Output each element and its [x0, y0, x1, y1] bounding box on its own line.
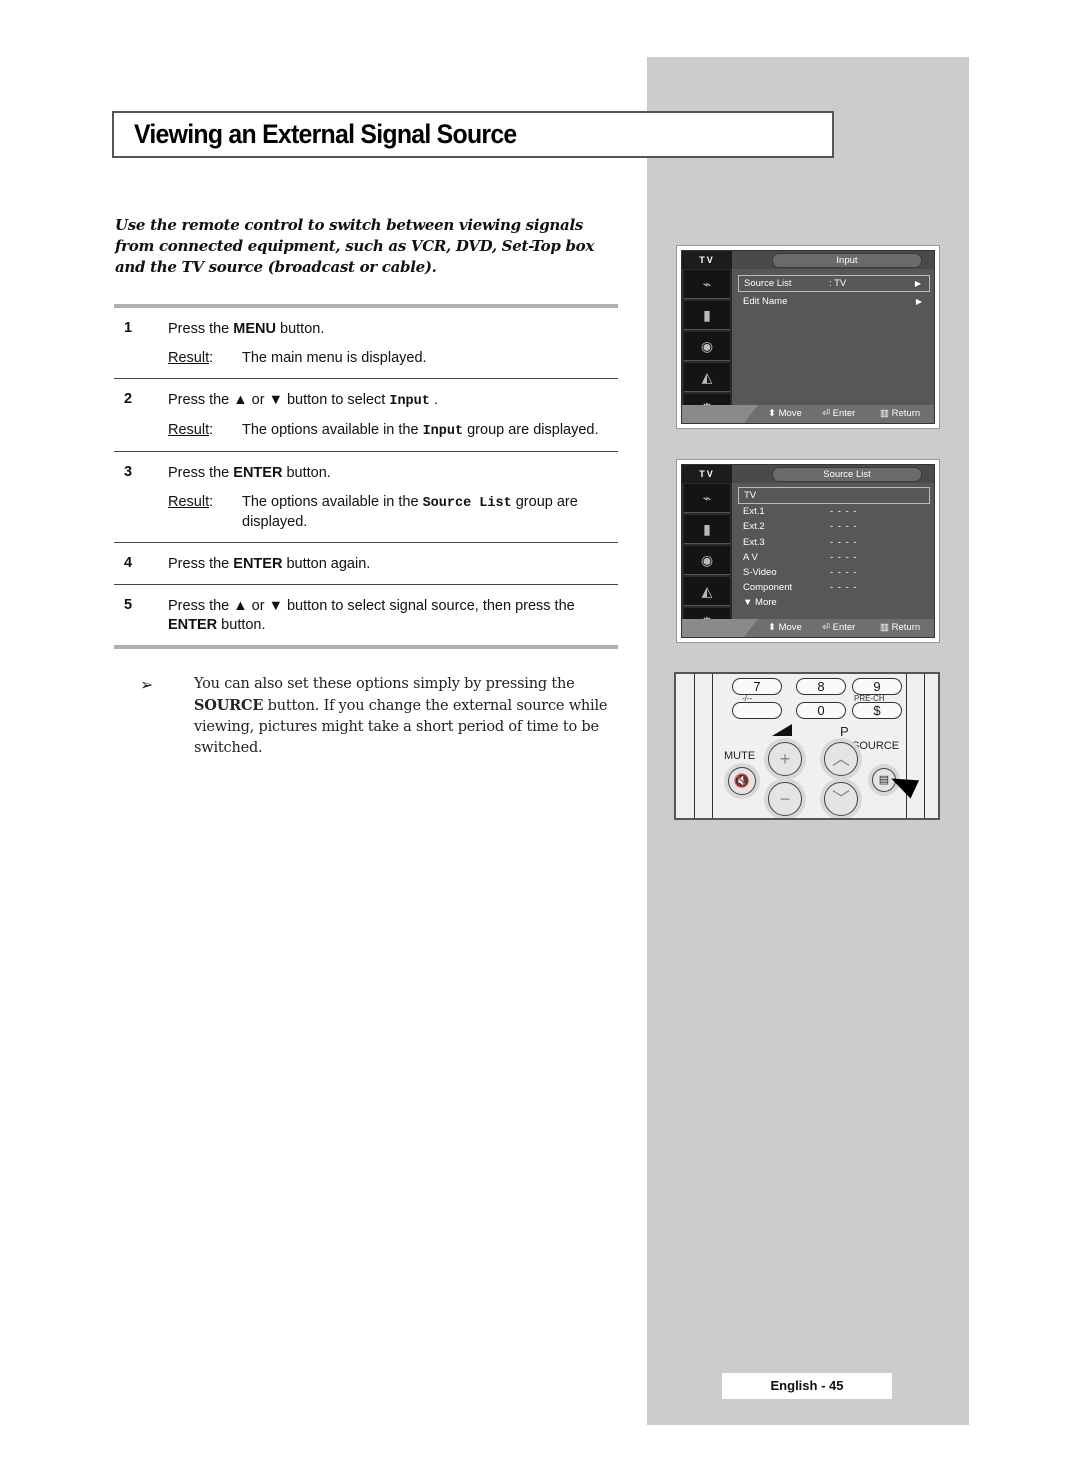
picture-icon: ▮ [684, 301, 730, 330]
remote-button-pre-ch[interactable]: $ [852, 702, 902, 719]
title-box: Viewing an External Signal Source [112, 111, 834, 158]
osd-menu-list: Source List : TV ▶ Edit Name ▶ [738, 275, 930, 309]
osd-footer: ⬍ Move ⏎ Enter ▥ Return [682, 619, 934, 637]
return-hint: ▥ Return [880, 408, 921, 419]
source-item-ext1[interactable]: Ext.1- - - - [738, 504, 930, 519]
volume-wedge-icon [772, 724, 792, 736]
antenna-plug-icon: ⌁ [684, 484, 730, 513]
move-hint: ⬍ Move [768, 622, 802, 633]
enter-hint: ⏎ Enter [822, 408, 856, 419]
step-number: 5 [124, 597, 133, 613]
p-label: P [840, 724, 849, 739]
return-hint: ▥ Return [880, 622, 921, 633]
osd-input-menu: TV Input ⌁ ▮ ◉ ◭ ⚙ Source List : TV ▶ Ed… [676, 245, 940, 429]
step-instruction: Press the ▲ or ▼ button to select Input … [168, 392, 438, 409]
picture-icon: ▮ [684, 515, 730, 544]
mute-label: MUTE [724, 750, 756, 762]
remote-button-0[interactable]: 0 [796, 702, 846, 719]
step-number: 1 [124, 320, 133, 336]
channel-icon: ◭ [684, 363, 730, 392]
osd-icon-column: ⌁ ▮ ◉ ◭ ⚙ [682, 269, 732, 423]
step-4: 4 Press the ENTER button again. [114, 543, 618, 584]
osd-icon-column: ⌁ ▮ ◉ ◭ ⚙ [682, 483, 732, 637]
sound-icon: ◉ [684, 546, 730, 575]
step-instruction: Press the MENU button. [168, 321, 325, 337]
steps-list: 1 Press the MENU button. Result: The mai… [114, 304, 618, 649]
step-5: 5 Press the ▲ or ▼ button to select sign… [114, 585, 618, 645]
source-item-tv[interactable]: TV [738, 487, 930, 505]
source-item-av[interactable]: A V- - - - [738, 550, 930, 565]
source-item-ext3[interactable]: Ext.3- - - - [738, 535, 930, 550]
osd-source-list: TV Ext.1- - - - Ext.2- - - - Ext.3- - - … [738, 487, 930, 611]
note-text: You can also set these options simply by… [194, 676, 608, 756]
step-1: 1 Press the MENU button. Result: The mai… [114, 308, 618, 378]
divider [114, 645, 618, 649]
step-instruction: Press the ▲ or ▼ button to select signal… [168, 598, 575, 633]
osd-header: Source List [732, 465, 934, 483]
osd-menu-item-source-list[interactable]: Source List : TV ▶ [738, 275, 930, 292]
volume-down-button[interactable]: − [768, 782, 802, 816]
page-title: Viewing an External Signal Source [134, 119, 517, 149]
step-2: 2 Press the ▲ or ▼ button to select Inpu… [114, 379, 618, 451]
volume-up-button[interactable]: + [768, 742, 802, 776]
channel-up-button[interactable]: ︿ [824, 742, 858, 776]
step-result: Result: The options available in the Inp… [168, 422, 599, 439]
sound-icon: ◉ [684, 332, 730, 361]
step-number: 2 [124, 391, 133, 407]
source-item-component[interactable]: Component - - - - [738, 580, 930, 595]
osd-header: Input [732, 251, 934, 269]
antenna-plug-icon: ⌁ [684, 270, 730, 299]
osd-footer: ⬍ Move ⏎ Enter ▥ Return [682, 405, 934, 423]
remote-button-dash[interactable] [732, 702, 782, 719]
source-item-more[interactable]: ▼ More [738, 595, 930, 610]
osd-tv-label: TV [682, 465, 732, 483]
source-item-ext2[interactable]: Ext.2- - - - [738, 519, 930, 534]
step-3: 3 Press the ENTER button. Result: The op… [114, 452, 618, 542]
intro-text: Use the remote control to switch between… [115, 216, 595, 276]
source-label: SOURCE [852, 740, 900, 752]
page-number: English - 45 [722, 1373, 892, 1399]
move-hint: ⬍ Move [768, 408, 802, 419]
enter-hint: ⏎ Enter [822, 622, 856, 633]
note-arrow-icon: ➢ [140, 675, 154, 694]
channel-icon: ◭ [684, 577, 730, 606]
step-result: Result: The options available in the Sou… [168, 494, 578, 530]
step-instruction: Press the ENTER button. [168, 465, 331, 481]
source-item-s-video[interactable]: S-Video - - - - [738, 565, 930, 580]
osd-tv-label: TV [682, 251, 732, 269]
remote-button-8[interactable]: 8 [796, 678, 846, 695]
channel-down-button[interactable]: ﹀ [824, 782, 858, 816]
step-result: Result: The main menu is displayed. [168, 350, 427, 366]
remote-button-7[interactable]: 7 [732, 678, 782, 695]
arrow-right-icon: ▶ [915, 297, 922, 306]
step-instruction: Press the ENTER button again. [168, 556, 371, 572]
remote-control-illustration: 7 8 9 -/-- PRE-CH 0 $ P SOURCE MUTE 🔇 + … [674, 672, 940, 820]
mute-button[interactable]: 🔇 [728, 767, 756, 795]
osd-menu-item-edit-name[interactable]: Edit Name ▶ [738, 294, 930, 309]
arrow-right-icon: ▶ [914, 279, 921, 288]
note: ➢ You can also set these options simply … [140, 674, 610, 759]
osd-source-list-menu: TV Source List ⌁ ▮ ◉ ◭ ⚙ TV Ext.1- - - -… [676, 459, 940, 643]
step-number: 3 [124, 464, 133, 480]
step-number: 4 [124, 555, 133, 571]
remote-button-9[interactable]: 9 [852, 678, 902, 695]
